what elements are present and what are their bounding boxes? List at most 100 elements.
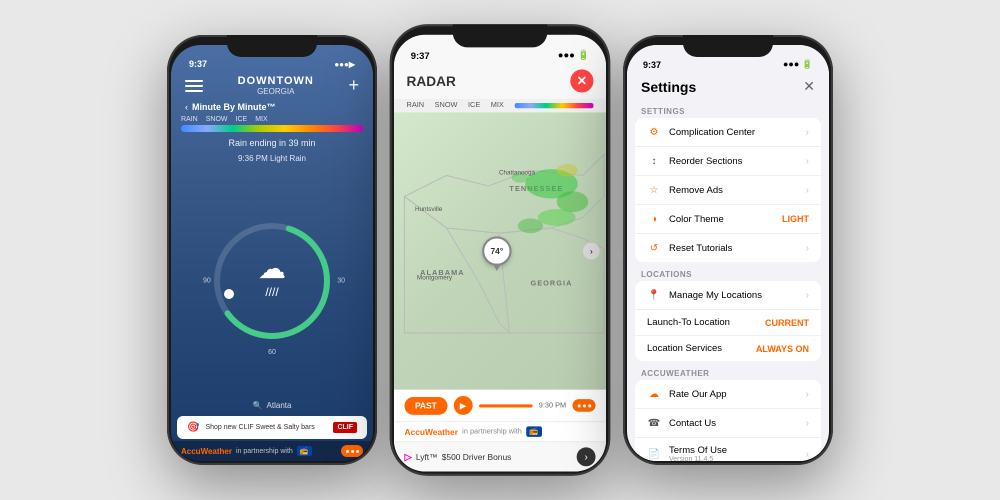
phone1-location: DOWNTOWN GEORGIA <box>203 75 348 96</box>
phone2-battery: ●●● 🔋 <box>558 49 590 61</box>
phone3-time: 9:37 <box>643 60 661 70</box>
phone3-rateapp-label: Rate Our App <box>669 389 802 400</box>
phone2-ad-chevron[interactable]: › <box>577 447 596 466</box>
phone3-rateapp-icon: ☁ <box>647 387 661 401</box>
phone1-partner-logo: 📻 <box>297 446 312 456</box>
phone3-termsofuse-label: Terms Of Use <box>669 445 802 456</box>
phone3-row-termsofuse[interactable]: 📄 Terms Of Use Version 11.4.5 › <box>635 438 821 461</box>
phone2-legend-mix: MIX <box>491 102 504 109</box>
phone3-row-resettutorials[interactable]: ↺ Reset Tutorials › <box>635 234 821 262</box>
phone2-timeline-more[interactable] <box>572 399 595 412</box>
phone1-search-bar[interactable]: 🔍 Atlanta <box>171 397 373 414</box>
legend-rain-label: RAIN <box>181 116 198 123</box>
phone3-managelocations-label: Manage My Locations <box>669 290 802 301</box>
phone1-more-button[interactable] <box>341 445 363 457</box>
phone1-ad-target-icon: 🎯 <box>187 422 199 433</box>
phone1-ad-text: Shop new CLIF Sweet & Salty bars <box>205 424 327 431</box>
phone1-gauge-label-60: 60 <box>268 349 276 356</box>
phone3-row-contactus[interactable]: ☎ Contact Us › <box>635 409 821 438</box>
phone3-launchtolocation-label: Launch-To Location <box>647 317 765 328</box>
phone-1-screen: 9:37 ●●●▶ DOWNTOWN GEORGIA + <box>171 45 373 461</box>
phone2-temp-value: 74° <box>490 246 503 255</box>
phone3-locations-list: 📍 Manage My Locations › Launch-To Locati… <box>635 281 821 361</box>
phone3-removeads-label: Remove Ads <box>669 185 802 196</box>
phone3-contactus-label: Contact Us <box>669 418 802 429</box>
phone2-time: 9:37 <box>411 50 430 61</box>
phone3-row-reorder[interactable]: ↕ Reorder Sections › <box>635 147 821 176</box>
phone2-city-chattanooga: Chattanooga <box>499 170 535 176</box>
phone3-colortheme-icon: ◑ <box>647 212 661 226</box>
phone2-footer-brand: AccuWeather in partnership with 📻 <box>404 426 541 437</box>
phone1-battery: ●●●▶ <box>334 60 355 69</box>
phone1-gauge-label-90: 90 <box>203 278 211 285</box>
phone2-close-button[interactable]: ✕ <box>570 69 593 92</box>
phone2-timeline-bar <box>479 404 533 407</box>
phone3-row-rateapp[interactable]: ☁ Rate Our App › <box>635 380 821 409</box>
phone2-city-montgomery: Montgomery <box>417 275 452 281</box>
phone3-reorder-label: Reorder Sections <box>669 156 802 167</box>
legend-snow-label: SNOW <box>206 116 228 123</box>
phone1-rain-info: Rain ending in 39 min <box>171 134 373 152</box>
phone1-search-icon: 🔍 <box>253 401 263 410</box>
phone3-status-bar: 9:37 ●●● 🔋 <box>627 45 829 74</box>
phone1-status-bar: 9:37 ●●●▶ <box>171 45 373 73</box>
phone3-launchtolocation-value: CURRENT <box>765 318 809 328</box>
phone3-complication-chevron: › <box>806 127 809 138</box>
svg-text:////: //// <box>265 285 279 299</box>
phone3-accuweather-header: ACCUWEATHER <box>627 365 829 380</box>
phone3-resettutorials-chevron: › <box>806 243 809 254</box>
phone1-menu-icon[interactable] <box>185 80 203 92</box>
phone3-locations-header: LOCATIONS <box>627 266 829 281</box>
phone3-version: Version 11.4.5 <box>669 456 802 461</box>
phone3-termsofuse-content: Terms Of Use Version 11.4.5 <box>669 445 802 461</box>
phone3-row-complication[interactable]: ⚙ Complication Center › <box>635 118 821 147</box>
phone3-contactus-icon: ☎ <box>647 416 661 430</box>
phone2-play-button[interactable]: ▶ <box>454 396 473 415</box>
phone2-pin-arrow <box>493 264 501 271</box>
phone2-status-bar: 9:37 ●●● 🔋 <box>394 35 606 65</box>
phone1-gauge-container: ☁ //// 90 30 60 <box>171 169 373 393</box>
phone3-reorder-chevron: › <box>806 156 809 167</box>
phone1-clif-logo: CLIF <box>333 422 357 433</box>
phone1-back-icon: ‹ <box>185 102 188 112</box>
phone3-locationservices-label: Location Services <box>647 343 756 354</box>
phone3-resettutorials-label: Reset Tutorials <box>669 243 802 254</box>
phone2-ad-banner: ▷ Lyft™ $500 Driver Bonus › <box>394 441 606 471</box>
phone3-close-button[interactable]: ✕ <box>803 78 815 95</box>
phone-1-weather: 9:37 ●●●▶ DOWNTOWN GEORGIA + <box>167 35 377 465</box>
svg-text:☁: ☁ <box>258 253 286 284</box>
phone2-timeline: PAST ▶ 9:30 PM <box>394 390 606 422</box>
phone2-legend: RAIN SNOW ICE MIX <box>394 99 606 113</box>
phone3-battery: ●●● 🔋 <box>783 59 813 70</box>
phone1-nav[interactable]: ‹ Minute By Minute™ <box>171 100 373 114</box>
phone3-row-colortheme[interactable]: ◑ Color Theme LIGHT <box>635 205 821 234</box>
phone3-complication-label: Complication Center <box>669 127 802 138</box>
phone2-map[interactable]: TENNESSEE ALABAMA GEORGIA H <box>394 112 606 389</box>
phone1-gauge-svg: ☁ //// <box>207 216 337 346</box>
phone2-lyft-logo: Lyft™ <box>416 452 438 461</box>
phone2-radar-title: RADAR <box>407 73 456 89</box>
phone3-row-launchtolocation[interactable]: Launch-To Location CURRENT <box>635 310 821 336</box>
phone2-legend-ice: ICE <box>468 102 480 109</box>
phone3-row-managelocations[interactable]: 📍 Manage My Locations › <box>635 281 821 310</box>
phone-3-screen: 9:37 ●●● 🔋 Settings ✕ SETTINGS ⚙ Complic… <box>627 45 829 461</box>
phone2-footer-partner: in partnership with <box>462 428 522 435</box>
phone2-partner-badge: 📻 <box>526 426 541 437</box>
phone2-past-button[interactable]: PAST <box>404 396 447 414</box>
phone3-row-locationservices[interactable]: Location Services ALWAYS ON <box>635 336 821 361</box>
phone1-add-button[interactable]: + <box>348 75 359 96</box>
phone2-footer: AccuWeather in partnership with 📻 <box>394 421 606 441</box>
phone-3-settings: 9:37 ●●● 🔋 Settings ✕ SETTINGS ⚙ Complic… <box>623 35 833 465</box>
phone1-footer-partner: in partnership with <box>236 448 293 455</box>
phone2-city-huntsville: Huntsville <box>415 207 442 213</box>
phone3-managelocations-chevron: › <box>806 290 809 301</box>
phone3-complication-icon: ⚙ <box>647 125 661 139</box>
phone2-map-chevron[interactable]: › <box>583 243 600 260</box>
phone2-legend-bar <box>514 103 593 108</box>
phone3-row-removeads[interactable]: ☆ Remove Ads › <box>635 176 821 205</box>
phone1-search-label: Atlanta <box>267 401 292 410</box>
legend-ice-label: ICE <box>236 116 248 123</box>
phone1-legend-bar <box>181 125 363 132</box>
phone2-ad-text: ▷ Lyft™ $500 Driver Bonus <box>404 451 511 463</box>
phone3-settings-title: Settings <box>641 79 696 95</box>
